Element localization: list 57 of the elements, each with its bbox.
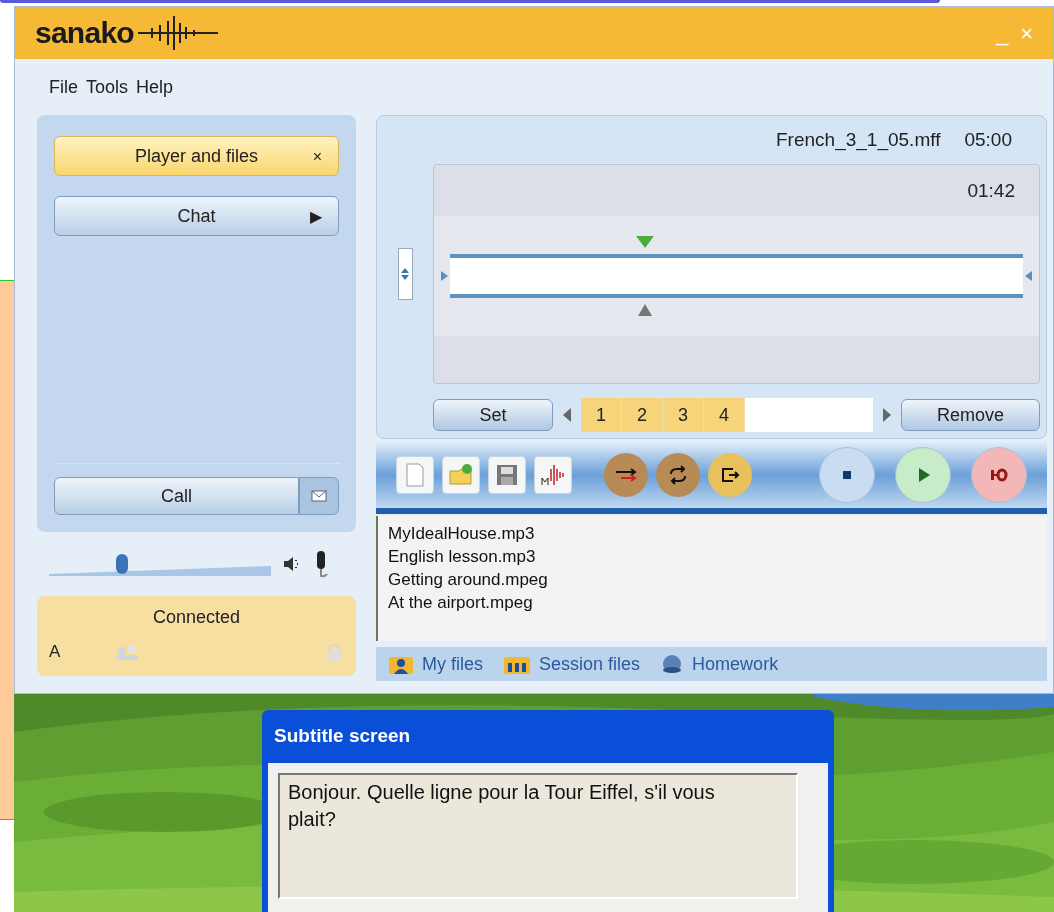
file-tab[interactable]: Session files	[539, 650, 641, 678]
media-file-entry[interactable]: Getting around.mpeg	[388, 568, 1037, 591]
call-button[interactable]: Call	[54, 477, 300, 515]
zoom-handle[interactable]	[397, 248, 413, 300]
status-letter: A	[49, 641, 61, 663]
media-button[interactable]	[534, 456, 573, 494]
bookmark-tab[interactable]: 4	[704, 398, 746, 432]
logo-wordmark: sanako	[35, 18, 134, 48]
media-file-entry[interactable]: English lesson.mp3	[388, 545, 1037, 568]
bookmark-tab[interactable]: 3	[663, 398, 705, 432]
previous-arrow-icon[interactable]	[561, 407, 574, 423]
media-file-entry[interactable]: MyIdealHouse.mp3	[388, 522, 1037, 545]
menu-item[interactable]: Tools	[86, 73, 129, 101]
bookmark-tab[interactable]: 1	[581, 398, 623, 432]
subtitle-title: Subtitle screen	[273, 724, 412, 748]
lock-icon	[324, 641, 344, 662]
subtitle-text: Bonjour. Quelle ligne pour la Tour Eiffel, s'il vous plait?	[288, 780, 715, 830]
export-icon	[722, 468, 740, 482]
current-time: 01:42	[967, 179, 1016, 203]
message-button[interactable]	[299, 477, 340, 515]
arrows-icon	[615, 468, 637, 482]
stop-icon	[843, 471, 851, 479]
panel-button[interactable]: Player and files ×	[54, 136, 340, 176]
file-tab[interactable]: My files	[422, 650, 484, 678]
menu-item[interactable]: Help	[136, 73, 174, 101]
speaker-icon[interactable]	[283, 556, 301, 572]
repeat-icon	[670, 465, 687, 485]
set-button[interactable]: Set	[433, 399, 554, 431]
waveform-logo-icon	[137, 16, 218, 50]
envelope-icon	[311, 490, 328, 502]
record-button[interactable]	[971, 447, 1027, 503]
media-file-entry[interactable]: At the airport.mpeg	[388, 591, 1037, 614]
move-button[interactable]	[604, 453, 649, 497]
file-tab[interactable]: Homework	[692, 650, 779, 678]
waveform-icon	[541, 464, 564, 486]
folder-icon	[449, 464, 473, 485]
play-button[interactable]	[895, 447, 951, 503]
open-button[interactable]	[442, 456, 481, 494]
export-button[interactable]	[708, 453, 753, 497]
save-button[interactable]	[488, 456, 527, 494]
volume-slider[interactable]	[49, 552, 271, 576]
slider-thumb[interactable]	[116, 554, 129, 574]
file-name: French_3_1_05.mff	[776, 127, 941, 153]
stop-button[interactable]	[819, 447, 875, 503]
page-icon	[406, 463, 424, 487]
button-glyph: ×	[312, 147, 323, 167]
remove-button[interactable]: Remove	[901, 399, 1040, 431]
total-time: 05:00	[964, 127, 1012, 152]
button-glyph: ▶	[310, 207, 323, 227]
repeat-button[interactable]	[656, 453, 701, 497]
menu-item[interactable]: File	[49, 73, 78, 101]
play-icon	[919, 468, 930, 482]
up-down-arrows-icon	[400, 267, 411, 281]
panel-button[interactable]: Chat ▶	[54, 196, 340, 236]
status-text: Connected	[151, 606, 242, 629]
bookmark-tab[interactable]: 2	[622, 398, 664, 432]
record-icon	[991, 468, 1008, 482]
